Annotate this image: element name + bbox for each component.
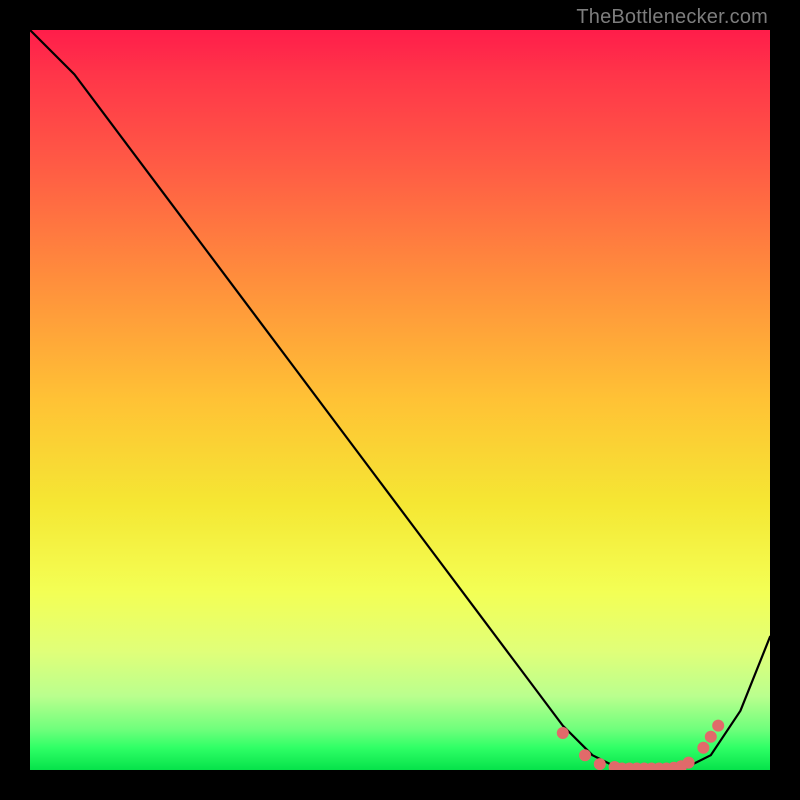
marker-point [683,757,695,769]
marker-point [705,731,717,743]
marker-point [697,742,709,754]
marker-point [594,758,606,770]
marker-point [579,749,591,761]
attribution-label: TheBottlenecker.com [576,6,768,29]
plot-area [30,30,770,770]
marker-point [557,727,569,739]
chart-stage: TheBottlenecker.com [0,0,800,800]
marker-point [712,720,724,732]
curve-overlay [30,30,770,770]
bottleneck-curve [30,30,770,770]
